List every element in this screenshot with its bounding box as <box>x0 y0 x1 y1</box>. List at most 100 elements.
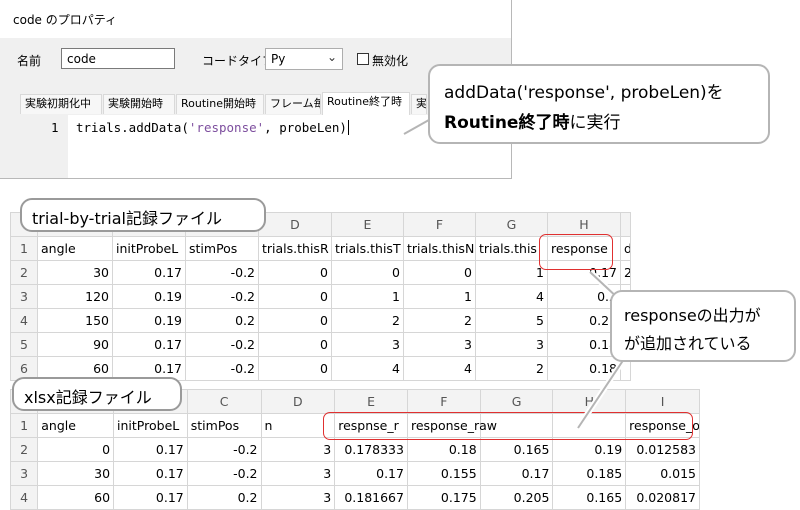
table-row: 5 90 0.17 -0.2 0 3 3 3 0.18 <box>10 332 631 357</box>
cell[interactable]: 0.19 <box>112 284 186 309</box>
code-line[interactable]: trials.addData('response', probeLen) <box>76 120 349 135</box>
cell[interactable]: 0.015 <box>625 461 700 486</box>
cell[interactable]: 0.17 <box>112 260 186 285</box>
cell[interactable]: 0.020817 <box>625 485 700 510</box>
header-cell[interactable]: angle <box>37 413 115 438</box>
row-number: 3 <box>9 461 39 486</box>
cell[interactable]: 0.17 <box>112 332 186 357</box>
cell[interactable]: 0.205 <box>479 485 554 510</box>
cell[interactable]: 0 <box>258 356 332 381</box>
cell[interactable]: 60 <box>37 485 115 510</box>
trial-file-label: trial-by-trial記録ファイル <box>20 198 266 232</box>
cell[interactable]: -0.2 <box>185 356 259 381</box>
callout-right-line1: responseの出力が <box>624 306 761 325</box>
cell[interactable]: 2 <box>331 308 404 333</box>
cell[interactable]: 0.165 <box>552 485 627 510</box>
cell[interactable]: -0.2 <box>185 260 259 285</box>
header-cell[interactable]: trials.thisN <box>403 236 476 261</box>
cell[interactable]: 0.17 <box>113 485 188 510</box>
cell[interactable]: -0.2 <box>186 461 262 486</box>
cell[interactable]: 3 <box>260 461 336 486</box>
cell[interactable]: 1 <box>403 284 476 309</box>
cell[interactable]: 0 <box>403 260 476 285</box>
cell[interactable]: 0.181667 <box>334 485 408 510</box>
cell[interactable]: 0.17 <box>479 461 554 486</box>
col-letter <box>620 212 631 237</box>
tab-experiment-init[interactable]: 実験初期化中 <box>20 94 102 114</box>
cell[interactable]: 3 <box>475 332 548 357</box>
xlsx-file-label: xlsx記録ファイル <box>12 377 182 411</box>
header-cell[interactable]: trials.thisR <box>258 236 332 261</box>
cell[interactable]: 0.2 <box>186 485 262 510</box>
cell[interactable]: 0.19 <box>112 308 186 333</box>
cell[interactable]: 0 <box>258 332 332 357</box>
header-cell[interactable]: trials.this <box>475 236 548 261</box>
cell[interactable]: 1 <box>475 260 548 285</box>
cell[interactable]: 0 <box>258 284 332 309</box>
cell[interactable]: -0.2 <box>186 437 262 462</box>
code-string: 'response' <box>188 120 265 135</box>
header-cell[interactable]: stimPos <box>185 236 259 261</box>
callout-top: addData('response', probeLen)を Routine終了… <box>428 64 770 144</box>
cell[interactable]: 30 <box>37 461 115 486</box>
header-cell[interactable]: initProbeL <box>113 413 188 438</box>
name-input[interactable]: code <box>61 48 175 69</box>
cell[interactable]: 0.17 <box>113 461 188 486</box>
header-row: 1 angle initProbeL stimPos trials.thisR … <box>10 236 631 261</box>
header-cell[interactable]: da <box>620 236 631 261</box>
cell[interactable]: 4 <box>403 356 476 381</box>
name-label: 名前 <box>17 54 42 68</box>
cell[interactable]: -0.2 <box>185 284 259 309</box>
disable-label: 無効化 <box>372 54 409 68</box>
codetype-value: Py <box>271 52 286 66</box>
cell[interactable]: 2 <box>403 308 476 333</box>
cell[interactable]: 0 <box>37 437 115 462</box>
tab-routine-end[interactable]: Routine終了時 <box>322 92 410 115</box>
cell[interactable]: 90 <box>37 332 113 357</box>
cell[interactable]: 1 <box>331 284 404 309</box>
tab-experiment-start[interactable]: 実験開始時 <box>103 94 175 114</box>
cell[interactable]: -0.2 <box>185 332 259 357</box>
header-cell[interactable]: trials.thisT <box>331 236 404 261</box>
cell[interactable]: 0.175 <box>406 485 481 510</box>
cell[interactable]: 0.17 <box>113 437 188 462</box>
tab-routine-start[interactable]: Routine開始時 <box>176 94 264 114</box>
cell[interactable]: 0.178333 <box>334 437 408 462</box>
cell[interactable]: 0.155 <box>406 461 481 486</box>
cell[interactable]: 0.19 <box>552 437 627 462</box>
callout-top-line1: addData('response', probeLen)を <box>444 83 724 103</box>
cell[interactable]: 0 <box>331 260 404 285</box>
header-cell[interactable]: angle <box>37 236 113 261</box>
cell[interactable]: 3 <box>260 437 336 462</box>
cell[interactable]: 0 <box>258 308 332 333</box>
col-letter: G <box>475 212 548 237</box>
cell[interactable]: 0 <box>258 260 332 285</box>
cell[interactable]: 3 <box>331 332 404 357</box>
col-letter: D <box>258 212 332 237</box>
cell[interactable]: 5 <box>475 308 548 333</box>
row-number: 2 <box>9 437 39 462</box>
header-cell[interactable]: initProbeL <box>112 236 186 261</box>
table-row: 4 150 0.19 0.2 0 2 2 5 0.21 <box>10 308 631 333</box>
dialog-title: code のプロパティ <box>13 13 118 27</box>
cell[interactable]: 3 <box>403 332 476 357</box>
cell[interactable]: 2 <box>475 356 548 381</box>
cell[interactable]: 150 <box>37 308 113 333</box>
cell[interactable]: 0.2 <box>185 308 259 333</box>
cell[interactable]: 0.165 <box>479 437 554 462</box>
cell[interactable]: 4 <box>331 356 404 381</box>
cell[interactable]: 30 <box>37 260 113 285</box>
disable-checkbox[interactable] <box>357 53 369 65</box>
cell[interactable]: 120 <box>37 284 113 309</box>
cell[interactable]: 0.17 <box>334 461 408 486</box>
codetype-select[interactable]: Py ⌄ <box>265 48 343 70</box>
cell[interactable]: 3 <box>260 485 336 510</box>
callout-right-line2: が追加されている <box>624 334 752 353</box>
cell[interactable]: 0.012583 <box>625 437 700 462</box>
header-cell[interactable]: stimPos <box>186 413 262 438</box>
cell[interactable]: 4 <box>475 284 548 309</box>
cell[interactable]: 0.185 <box>552 461 627 486</box>
tab-each-frame[interactable]: フレーム毎 <box>265 94 321 114</box>
cell[interactable]: 0.18 <box>406 437 481 462</box>
table-row: 2 30 0.17 -0.2 0 0 0 1 0.17 2 <box>10 260 631 285</box>
